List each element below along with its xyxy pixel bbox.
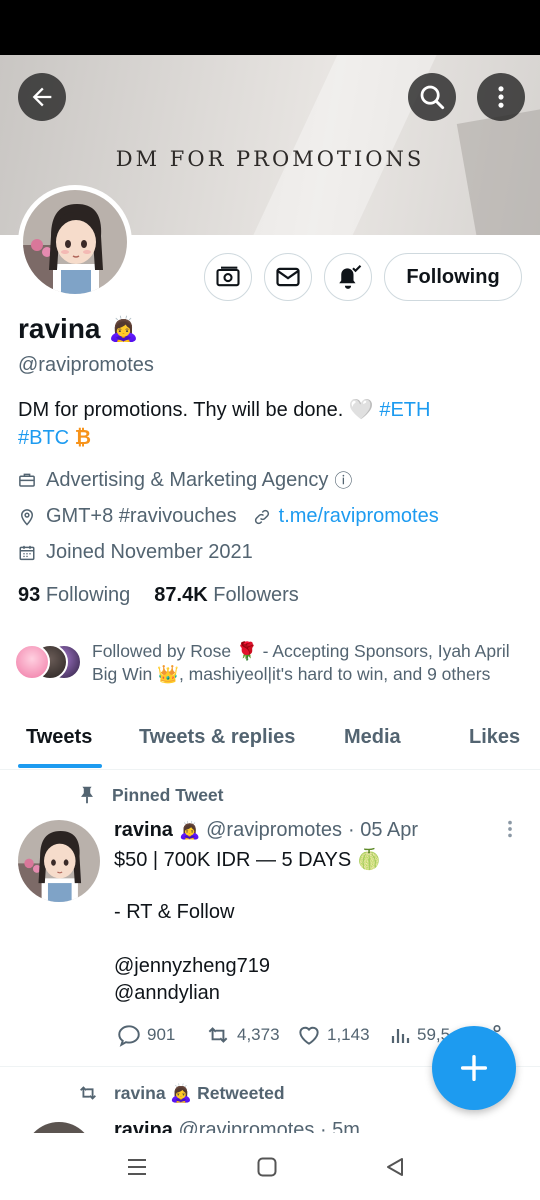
tweet-author-emoji: 🙇‍♀️ xyxy=(178,820,201,840)
money-icon xyxy=(216,266,240,287)
location-text: GMT+8 #ravivouches xyxy=(46,505,237,527)
tweet-author-handle[interactable]: @ravipromotes xyxy=(206,819,342,842)
reply-icon xyxy=(118,1025,140,1047)
back-button[interactable] xyxy=(18,73,66,121)
reply-count: 901 xyxy=(147,1025,176,1044)
hashtag-eth[interactable]: #ETH xyxy=(379,399,430,421)
tweet-line: - RT & Follow xyxy=(114,901,235,923)
tweet-time: · 5m xyxy=(319,1119,360,1133)
pinned-label: Pinned Tweet xyxy=(112,784,224,805)
tab-tweets[interactable]: Tweets xyxy=(26,726,92,749)
btc-symbol: ₿ xyxy=(74,427,91,449)
location-icon xyxy=(20,508,34,526)
profile-avatar[interactable] xyxy=(18,185,132,299)
follow-counts: 93 Following 87.4K Followers xyxy=(18,584,299,607)
category-text: Advertising & Marketing Agency xyxy=(46,468,329,491)
profile-category: Advertising & Marketing Agency ⓘ xyxy=(18,467,352,493)
retweet-button[interactable]: 4,373 xyxy=(204,1022,280,1048)
avatar xyxy=(23,190,127,294)
search-button[interactable] xyxy=(408,73,456,121)
views-icon xyxy=(391,1029,410,1043)
following-button[interactable]: Following xyxy=(384,253,522,301)
active-tab-indicator xyxy=(18,764,102,768)
tweet-time: · 05 Apr xyxy=(348,819,419,841)
following-count: 93 xyxy=(18,584,41,606)
tweet-author-name: ravina xyxy=(114,1119,173,1133)
profile-bio: DM for promotions. Thy will be done. 🤍 #… xyxy=(18,396,518,452)
back-arrow-icon xyxy=(32,87,52,107)
nav-home-icon[interactable] xyxy=(256,1156,278,1178)
followed-by-text[interactable]: Followed by Rose 🌹 - Accepting Sponsors,… xyxy=(92,640,532,686)
followers-count-label: Followers xyxy=(213,584,299,606)
briefcase-icon xyxy=(19,473,35,487)
followers-count: 87.4K xyxy=(154,584,208,606)
like-count: 1,143 xyxy=(327,1025,370,1044)
reply-button[interactable]: 901 xyxy=(116,1022,175,1048)
more-vertical-icon xyxy=(508,820,512,838)
status-bar xyxy=(0,0,540,55)
nav-back-icon[interactable] xyxy=(384,1156,406,1178)
tweet-author-avatar[interactable] xyxy=(18,820,100,902)
retweet-icon xyxy=(208,1027,228,1043)
tweet-author-avatar xyxy=(24,1122,94,1133)
tab-tweets-replies[interactable]: Tweets & replies xyxy=(139,726,295,749)
tweet-header: ravina 🙇‍♀️ @ravipromotes · 05 Apr xyxy=(114,819,418,842)
profile-joined-row: Joined November 2021 xyxy=(18,541,253,564)
system-nav-bar xyxy=(0,1134,540,1200)
calendar-icon xyxy=(19,545,35,560)
nav-menu-icon[interactable] xyxy=(126,1156,148,1178)
profile-name-emoji: 🙇‍♀️ xyxy=(108,315,139,343)
mail-icon xyxy=(276,267,300,287)
retweet-count: 4,373 xyxy=(237,1025,280,1044)
profile-handle: @ravipromotes xyxy=(18,354,154,376)
profile-name-text: ravina xyxy=(18,313,101,344)
follower-avatar xyxy=(14,644,50,680)
following-count-label: Following xyxy=(45,584,131,606)
message-button[interactable] xyxy=(264,253,312,301)
bell-icon xyxy=(339,264,362,289)
tab-media[interactable]: Media xyxy=(344,726,401,749)
profile-name: ravina 🙇‍♀️ xyxy=(18,313,138,345)
website-link[interactable]: t.me/ravipromotes xyxy=(279,505,439,528)
tweet-line: $50 | 700K IDR — 5 DAYS 🍈 xyxy=(114,849,382,871)
followers-count-link[interactable]: 87.4K Followers xyxy=(154,584,299,607)
more-button[interactable] xyxy=(477,73,525,121)
tweet-author-handle: @ravipromotes xyxy=(178,1119,315,1133)
link-icon xyxy=(254,509,269,524)
tweet-more-button[interactable] xyxy=(503,818,517,845)
compose-tweet-button[interactable] xyxy=(432,1026,516,1110)
tweet-author-name[interactable]: ravina xyxy=(114,819,173,842)
notifications-button[interactable] xyxy=(324,253,372,301)
retweet-icon xyxy=(80,1086,96,1100)
hashtag-btc[interactable]: #BTC xyxy=(18,427,69,449)
tab-likes[interactable]: Likes xyxy=(469,726,520,749)
more-vertical-icon xyxy=(498,86,504,108)
following-count-link[interactable]: 93 Following xyxy=(18,584,130,607)
like-icon xyxy=(299,1026,319,1045)
compose-icon xyxy=(460,1054,488,1082)
tweet-mention[interactable]: @anndylian xyxy=(114,982,220,1005)
pin-icon xyxy=(81,786,93,804)
pinned-indicator: Pinned Tweet xyxy=(76,784,224,806)
banner-text: DM FOR PROMOTIONS xyxy=(115,147,425,171)
profile-location-row: GMT+8 #ravivouches t.me/ravipromotes xyxy=(18,505,439,528)
tweet-header: ravina @ravipromotes · 5m xyxy=(114,1119,360,1133)
retweeted-indicator: ravina 🙇‍♀️ Retweeted xyxy=(76,1082,285,1104)
profile-tabs: Tweets Tweets & replies Media Likes xyxy=(0,718,540,770)
info-icon[interactable]: ⓘ xyxy=(334,467,352,493)
tip-button[interactable] xyxy=(204,253,252,301)
joined-text: Joined November 2021 xyxy=(46,541,253,563)
bio-text: DM for promotions. Thy will be done. 🤍 xyxy=(18,399,380,421)
retweeted-label: ravina 🙇‍♀️ Retweeted xyxy=(114,1082,285,1103)
second-tweet-preview[interactable]: ravina @ravipromotes · 5m xyxy=(0,1118,540,1133)
like-button[interactable]: 1,143 xyxy=(296,1022,370,1048)
tweet-mention[interactable]: @jennyzheng719 xyxy=(114,955,270,978)
search-icon xyxy=(420,85,445,110)
